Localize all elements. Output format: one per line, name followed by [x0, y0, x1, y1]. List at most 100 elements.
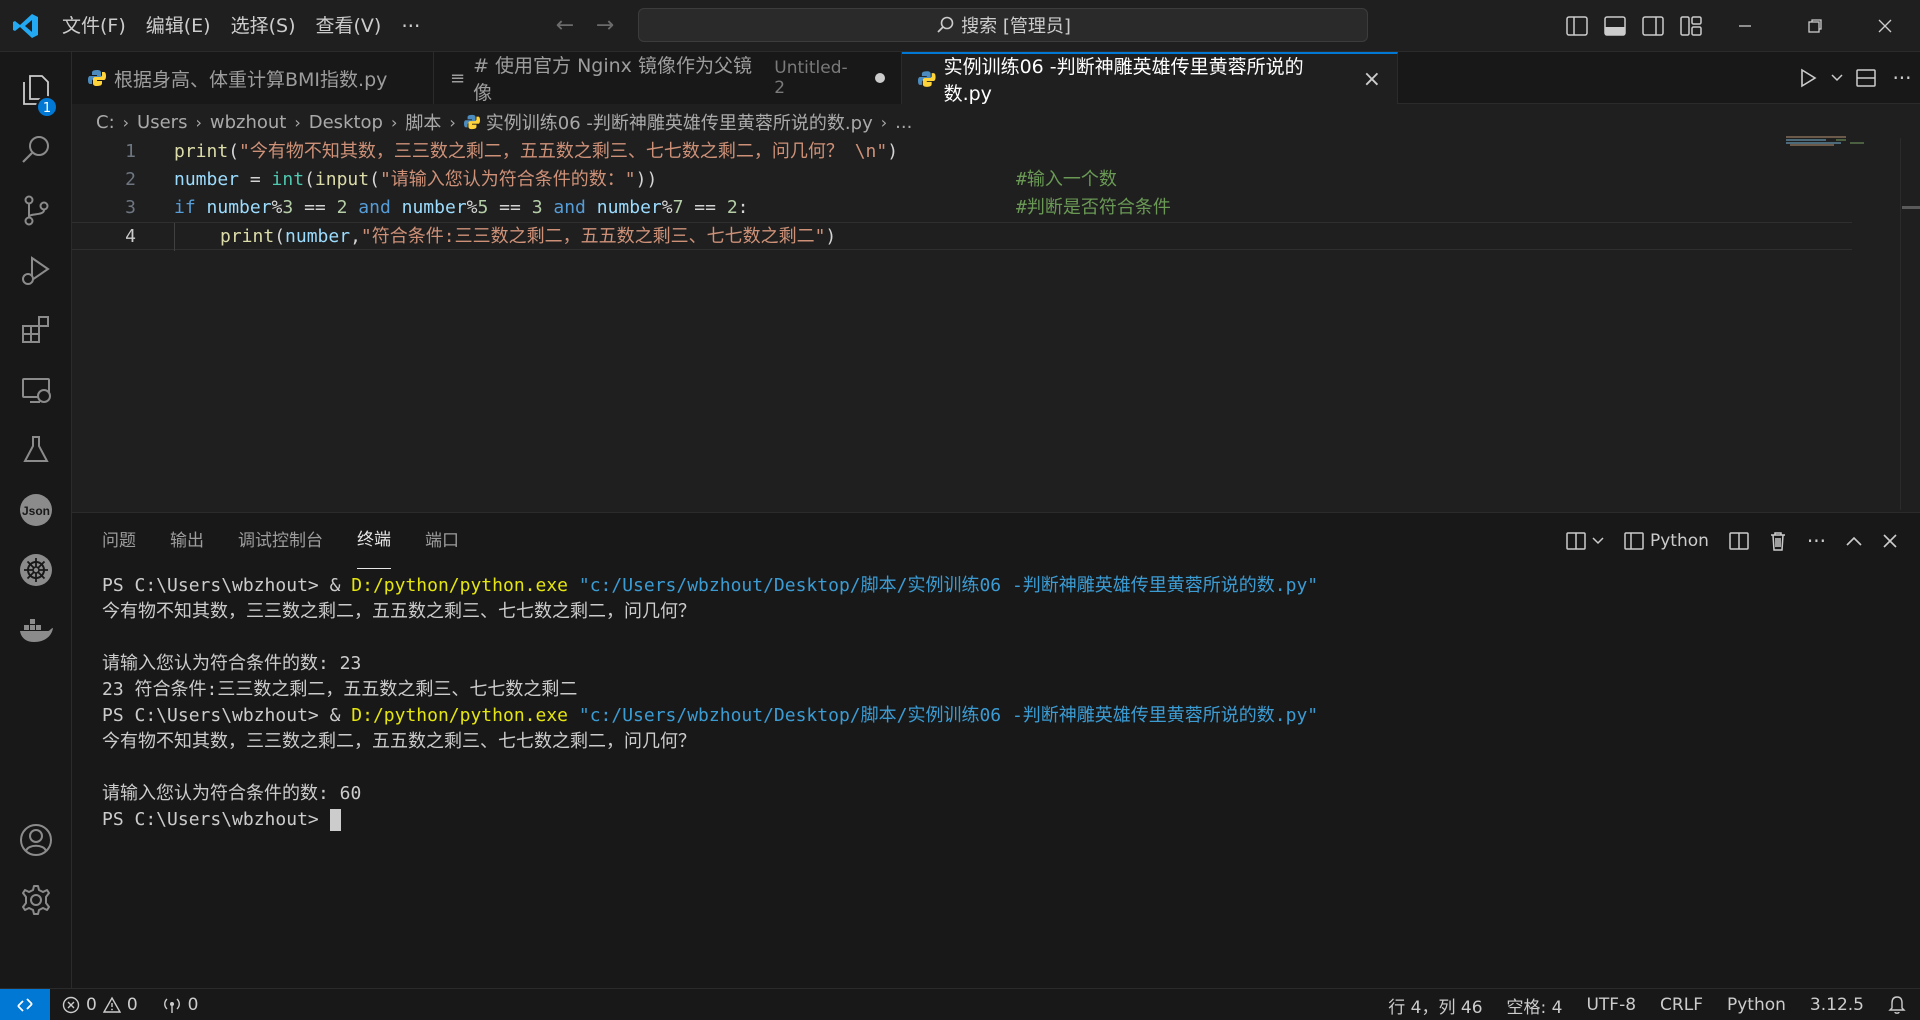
command-center-search[interactable]: 搜索 [管理员]	[638, 8, 1368, 42]
breadcrumb-item[interactable]: 实例训练06 -判断神雕英雄传里黄蓉所说的数.py	[486, 109, 873, 135]
end-of-line[interactable]: CRLF	[1660, 995, 1703, 1015]
code-line[interactable]: 1 print("今有物不知其数，三三数之剩二，五五数之剩三、七七数之剩二，问几…	[72, 138, 1852, 166]
chevron-right-icon: ›	[449, 112, 456, 132]
remote-explorer-button[interactable]	[0, 360, 72, 420]
bell-notifications-icon[interactable]	[1888, 995, 1906, 1015]
breadcrumb-item[interactable]: Desktop	[309, 112, 383, 133]
split-terminal-icon[interactable]	[1721, 513, 1757, 569]
source-control-button[interactable]	[0, 180, 72, 240]
toggle-primary-sidebar-icon[interactable]	[1558, 0, 1596, 52]
tab-untitled-2[interactable]: ≡ # 使用官方 Nginx 镜像作为父镜像 Untitled-2	[434, 52, 902, 104]
toggle-secondary-sidebar-icon[interactable]	[1634, 0, 1672, 52]
breadcrumb-item[interactable]: C:	[96, 112, 115, 133]
tab-bmi-script[interactable]: 根据身高、体重计算BMI指数.py	[72, 52, 434, 104]
kill-terminal-trash-icon[interactable]	[1761, 513, 1795, 569]
cursor-position[interactable]: 行 4，列 46	[1388, 993, 1482, 1018]
docker-button[interactable]	[0, 600, 72, 660]
token-builtin: int	[271, 169, 305, 190]
token-number: 3	[531, 197, 543, 218]
close-window-icon[interactable]	[1850, 0, 1920, 52]
explorer-button[interactable]: 1	[0, 60, 72, 120]
manage-settings-button[interactable]	[0, 870, 72, 930]
testing-button[interactable]	[0, 420, 72, 480]
run-python-file-icon[interactable]	[1790, 52, 1826, 104]
testing-icon	[23, 436, 49, 462]
kubernetes-button[interactable]	[0, 540, 72, 600]
warning-count[interactable]: 0	[127, 995, 138, 1015]
search-icon	[937, 16, 954, 33]
menu-file[interactable]: 文件(F)	[52, 0, 136, 52]
customize-layout-icon[interactable]	[1672, 0, 1710, 52]
code-line[interactable]: 3 if number%3 == 2 and number%5 == 3 and…	[72, 194, 1852, 222]
extensions-button[interactable]	[0, 300, 72, 360]
minimap[interactable]	[1786, 136, 1878, 146]
close-tab-icon[interactable]: ×	[1363, 67, 1381, 92]
file-encoding[interactable]: UTF-8	[1586, 995, 1636, 1015]
terminal-instance-python[interactable]: Python	[1616, 513, 1717, 569]
token-string: "今有物不知其数，三三数之剩二，五五数之剩三、七七数之剩二，问几何？ \n"	[239, 141, 888, 162]
token-number: 2	[336, 197, 348, 218]
menu-view[interactable]: 查看(V)	[306, 0, 392, 52]
indent-guide	[174, 223, 175, 251]
tab-terminal[interactable]: 终端	[357, 513, 391, 569]
unsaved-dot-icon[interactable]	[875, 73, 885, 83]
tab-ports[interactable]: 端口	[425, 513, 459, 569]
token-function: print	[220, 226, 275, 247]
forwarded-ports-count[interactable]: 0	[188, 995, 199, 1015]
tab-problems[interactable]: 问题	[102, 513, 136, 569]
token-variable: number	[285, 226, 351, 247]
tab-active-script[interactable]: 实例训练06 -判断神雕英雄传里黄蓉所说的数.py ×	[902, 52, 1398, 105]
scrollbar-cursor-marker	[1902, 206, 1920, 209]
code-text: print(number,"符合条件:三三数之剩二，五五数之剩三、七七数之剩二"…	[220, 223, 836, 251]
svg-text:Json: Json	[22, 504, 50, 518]
run-options-chevron-down-icon[interactable]	[1826, 52, 1848, 104]
editor-scrollbar[interactable]	[1900, 138, 1920, 510]
code-line[interactable]: 2 number = int(input("请输入您认为符合条件的数：")) #…	[72, 166, 1852, 194]
vscode-logo-icon	[13, 14, 38, 38]
tab-output[interactable]: 输出	[170, 513, 204, 569]
token-comment: #输入一个数	[1016, 169, 1117, 190]
tab-debug-console[interactable]: 调试控制台	[238, 513, 323, 569]
token-number: 3	[282, 197, 294, 218]
code-editor[interactable]: 1 print("今有物不知其数，三三数之剩二，五五数之剩三、七七数之剩二，问几…	[72, 138, 1920, 510]
terminal-line: 请输入您认为符合条件的数: 23	[102, 653, 362, 674]
breadcrumb-item[interactable]: 脚本	[405, 109, 441, 135]
minimize-window-icon[interactable]	[1710, 0, 1780, 52]
token-operator: ==	[293, 197, 337, 218]
restore-window-icon[interactable]	[1780, 0, 1850, 52]
menu-more-button[interactable]: ···	[391, 0, 430, 52]
close-panel-icon[interactable]	[1874, 513, 1906, 569]
chevron-right-icon: ›	[294, 112, 301, 132]
accounts-button[interactable]	[0, 810, 72, 870]
token-operator: ==	[683, 197, 727, 218]
error-count[interactable]: 0	[86, 995, 97, 1015]
terminal-output[interactable]: PS C:\Users\wbzhout> & D:/python/python.…	[102, 573, 1318, 833]
code-line-current[interactable]: 4 print(number,"符合条件:三三数之剩二，五五数之剩三、七七数之剩…	[72, 222, 1852, 251]
menu-edit[interactable]: 编辑(E)	[136, 0, 221, 52]
breadcrumb-item[interactable]: ...	[895, 112, 912, 133]
breadcrumb-item[interactable]: wbzhout	[210, 112, 286, 133]
line-number: 3	[125, 197, 136, 218]
menu-selection[interactable]: 选择(S)	[221, 0, 306, 52]
run-debug-button[interactable]	[0, 240, 72, 300]
more-actions-icon[interactable]: ···	[1884, 52, 1920, 104]
broadcast-ports-icon	[163, 998, 180, 1013]
breadcrumb-item[interactable]: Users	[137, 112, 187, 133]
language-mode[interactable]: Python	[1727, 995, 1786, 1015]
remote-indicator-button[interactable]	[0, 989, 50, 1020]
split-editor-icon[interactable]	[1848, 52, 1884, 104]
search-view-button[interactable]	[0, 120, 72, 180]
maximize-panel-chevron-up-icon[interactable]	[1838, 513, 1870, 569]
docker-icon	[20, 619, 53, 642]
forward-arrow-icon[interactable]: →	[592, 13, 618, 39]
terminal-script-path: "c:/Users/wbzhout/Desktop/脚本/实例训练06 -判断神…	[568, 575, 1319, 596]
new-terminal-split-button[interactable]	[1558, 513, 1612, 569]
json-tools-button[interactable]: Json	[0, 480, 72, 540]
python-interpreter-version[interactable]: 3.12.5	[1810, 995, 1864, 1015]
token-number: 2	[726, 197, 738, 218]
more-panel-actions-icon[interactable]: ···	[1799, 513, 1834, 569]
indentation[interactable]: 空格: 4	[1507, 993, 1563, 1018]
toggle-panel-icon[interactable]	[1596, 0, 1634, 52]
back-arrow-icon[interactable]: ←	[552, 13, 578, 39]
